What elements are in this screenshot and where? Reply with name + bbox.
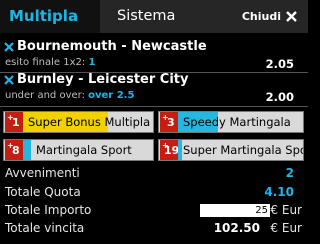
total-win-value: 102.50 <box>213 221 260 235</box>
selection-market: esito finale 1x2: 1 <box>5 57 95 68</box>
badge-number: 1 <box>12 116 20 129</box>
selection-match: Bournemouth - Newcastle <box>17 39 207 54</box>
stake-amount-input[interactable] <box>200 204 270 217</box>
amount-currency: € Eur <box>270 203 302 217</box>
total-odds-value: 4.10 <box>264 185 294 199</box>
bonus-button-speedy-martingala[interactable]: + 3 Speedy Martingala <box>158 111 304 133</box>
total-amount-label: Totale Importo <box>5 203 92 217</box>
bonus-color-bar <box>23 140 31 160</box>
selection-odds: 2.05 <box>265 57 294 71</box>
bonus-label: Martingala Sport <box>36 143 132 157</box>
tab-multipla[interactable]: Multipla <box>0 0 100 33</box>
bonus-badge: + 19 <box>160 140 179 160</box>
selection-market-label: under and over: <box>5 90 85 101</box>
bet-selection: Bournemouth - Newcastle esito finale 1x2… <box>0 37 308 74</box>
bonus-badge: + 3 <box>160 112 178 132</box>
selection-match: Burnley - Leicester City <box>17 72 189 87</box>
events-value: 2 <box>285 166 294 180</box>
bet-selection: Burnley - Leicester City under and over:… <box>0 70 308 107</box>
selection-market-label: esito finale 1x2: <box>5 57 86 68</box>
summary-win-row: Totale vincita 102.50 € Eur <box>0 221 308 237</box>
win-currency: € Eur <box>270 221 302 235</box>
divider <box>0 106 308 107</box>
bonus-button-super-bonus-multipla[interactable]: + 1 Super Bonus Multipla <box>3 111 154 133</box>
total-odds-label: Totale Quota <box>5 185 81 199</box>
selection-outcome: over 2.5 <box>88 90 135 101</box>
close-icon[interactable] <box>285 10 298 23</box>
summary-events-row: Avvenimenti 2 <box>0 166 308 182</box>
bonus-label: Super Martingala Sport <box>183 143 304 157</box>
badge-number: 3 <box>167 116 175 129</box>
selection-odds: 2.00 <box>265 90 294 104</box>
bonus-label: Super Bonus Multipla <box>28 115 151 129</box>
bet-type-tabs: Multipla Sistema Chiudi <box>0 0 308 33</box>
events-label: Avvenimenti <box>5 166 80 180</box>
bonus-button-super-martingala-sport[interactable]: + 19 Super Martingala Sport <box>158 139 304 161</box>
tab-sistema[interactable]: Sistema <box>117 0 175 33</box>
selection-market: under and over: over 2.5 <box>5 90 134 101</box>
bonus-badge: + 8 <box>5 140 23 160</box>
badge-number: 8 <box>12 144 20 157</box>
total-win-label: Totale vincita <box>5 221 85 235</box>
close-button-label[interactable]: Chiudi <box>242 0 281 33</box>
remove-selection-icon[interactable] <box>4 75 14 85</box>
remove-selection-icon[interactable] <box>4 42 14 52</box>
summary-amount-row: Totale Importo € Eur <box>0 203 308 219</box>
selection-outcome: 1 <box>88 57 96 68</box>
bonus-color-bar <box>178 140 182 160</box>
bonus-button-martingala-sport[interactable]: + 8 Martingala Sport <box>3 139 154 161</box>
bonus-label: Speedy Martingala <box>183 115 291 129</box>
summary-odds-row: Totale Quota 4.10 <box>0 185 308 201</box>
bonus-badge: + 1 <box>5 112 23 132</box>
